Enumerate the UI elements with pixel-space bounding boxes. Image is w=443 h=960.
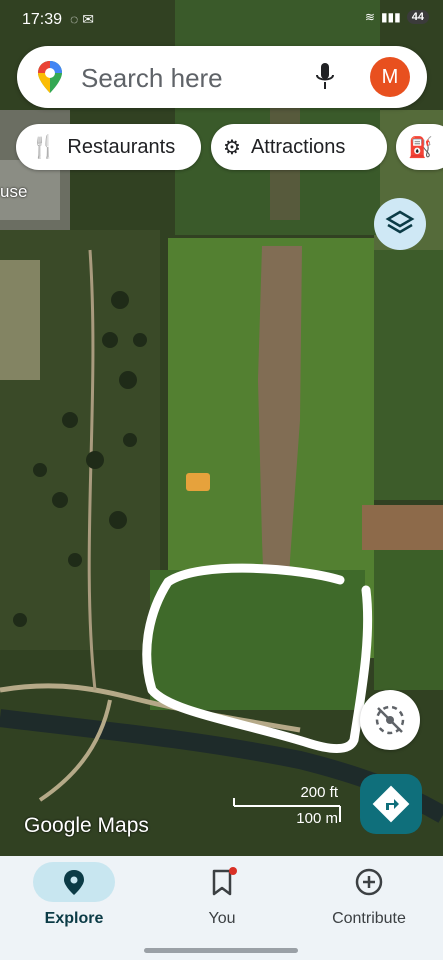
whatsapp-icon: ◌ ✉ bbox=[70, 11, 94, 27]
search-input[interactable]: Search here bbox=[81, 63, 223, 94]
my-location-button[interactable] bbox=[360, 690, 420, 750]
ferris-wheel-icon: ⚙ bbox=[223, 136, 241, 159]
maps-logo-icon bbox=[38, 61, 62, 93]
signal-icon: ▮▮▮ bbox=[380, 10, 401, 24]
location-pin-icon bbox=[64, 870, 84, 895]
scale-imperial: 200 ft bbox=[300, 784, 338, 801]
tab-you[interactable]: You bbox=[148, 856, 296, 946]
chip-restaurants[interactable]: 🍴 Restaurants bbox=[16, 124, 201, 170]
mic-icon[interactable] bbox=[315, 62, 335, 92]
chip-attractions[interactable]: ⚙ Attractions bbox=[211, 124, 387, 170]
status-time: 17:39 bbox=[22, 11, 63, 28]
directions-icon bbox=[372, 785, 410, 823]
tab-contribute[interactable]: Contribute bbox=[295, 856, 443, 946]
home-indicator[interactable] bbox=[144, 948, 298, 953]
layers-button[interactable] bbox=[374, 198, 426, 250]
tab-label: Contribute bbox=[332, 910, 406, 927]
battery-badge: 44 bbox=[406, 10, 429, 24]
tab-label: Explore bbox=[44, 910, 104, 927]
search-bar[interactable]: Search here M bbox=[17, 46, 427, 108]
fork-knife-icon: 🍴 bbox=[30, 134, 58, 159]
location-off-icon bbox=[375, 705, 405, 735]
map-partial-label: use bbox=[0, 182, 28, 201]
gas-station-icon: ⛽ bbox=[408, 136, 433, 159]
tab-label: You bbox=[208, 910, 236, 927]
bookmark-icon bbox=[212, 867, 237, 896]
status-bar: 17:39 ◌ ✉ ≋ ▮▮▮ 44 bbox=[0, 0, 443, 38]
directions-button[interactable] bbox=[360, 774, 422, 834]
google-maps-brand: Google Maps bbox=[24, 814, 149, 837]
status-right: ≋ ▮▮▮ 44 bbox=[365, 10, 429, 24]
tab-explore[interactable]: Explore bbox=[0, 856, 148, 946]
add-circle-icon bbox=[355, 868, 383, 896]
map-scale: 200 ft 100 m bbox=[232, 784, 342, 828]
wifi-icon: ≋ bbox=[364, 10, 375, 24]
chip-label: Attractions bbox=[250, 135, 346, 158]
bottom-nav: Explore You Contribute bbox=[0, 856, 443, 960]
chip-label: Restaurants bbox=[67, 135, 176, 158]
chip-gas[interactable]: ⛽ bbox=[396, 124, 443, 170]
layers-icon bbox=[385, 210, 415, 234]
scale-metric: 100 m bbox=[296, 810, 338, 827]
avatar[interactable]: M bbox=[370, 57, 410, 97]
